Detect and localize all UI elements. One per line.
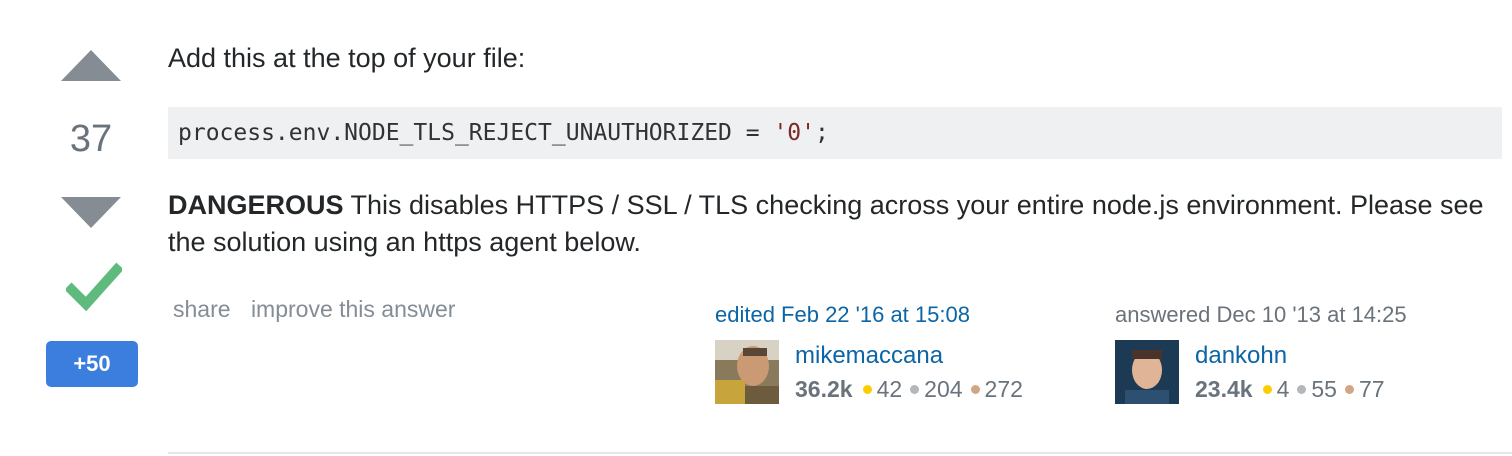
share-link[interactable]: share (173, 296, 231, 322)
answered-timestamp: answered Dec 10 '13 at 14:25 (1115, 302, 1407, 327)
author-user-card: dankohn 23.4k 4 55 77 (1115, 340, 1475, 404)
author-avatar[interactable] (1115, 340, 1179, 404)
author-gold-count: 4 (1276, 376, 1290, 402)
author-username-link[interactable]: dankohn (1195, 342, 1287, 370)
editor-signature: edited Feb 22 '16 at 15:08 mikemaccana 3… (715, 302, 1023, 404)
editor-bronze-count: 272 (984, 376, 1023, 402)
editor-stats: 36.2k 42 204 272 (795, 376, 1027, 403)
author-signature: answered Dec 10 '13 at 14:25 dankohn 23.… (1115, 302, 1407, 404)
upvote-arrow-icon[interactable] (61, 50, 121, 81)
code-text: process.env.NODE_TLS_REJECT_UNAUTHORIZED… (178, 120, 774, 146)
warning-bold: DANGEROUS (168, 190, 344, 220)
warning-text: This disables HTTPS / SSL / TLS checking… (168, 190, 1484, 257)
author-stats: 23.4k 4 55 77 (1195, 376, 1389, 403)
code-block: process.env.NODE_TLS_REJECT_UNAUTHORIZED… (168, 107, 1502, 159)
downvote-arrow-icon[interactable] (61, 197, 121, 228)
bronze-badge-icon (970, 385, 980, 395)
editor-reputation: 36.2k (795, 376, 853, 402)
code-string-literal: '0' (773, 120, 815, 146)
author-reputation: 23.4k (1195, 376, 1253, 402)
post-actions: share improve this answer (173, 296, 469, 323)
editor-avatar[interactable] (715, 340, 779, 404)
code-semicolon: ; (814, 120, 829, 146)
editor-username-link[interactable]: mikemaccana (795, 342, 943, 370)
bounty-badge: +50 (46, 341, 138, 387)
answer-divider (168, 452, 1512, 454)
checkmark-icon (66, 262, 122, 312)
bronze-badge-icon (1344, 385, 1354, 395)
silver-badge-icon (1297, 385, 1307, 395)
edited-timestamp-link[interactable]: edited Feb 22 '16 at 15:08 (715, 302, 970, 328)
editor-gold-count: 42 (876, 376, 903, 402)
warning-paragraph: DANGEROUS This disables HTTPS / SSL / TL… (168, 187, 1498, 261)
editor-silver-count: 204 (924, 376, 963, 402)
author-silver-count: 55 (1311, 376, 1337, 402)
gold-badge-icon (1262, 385, 1272, 395)
author-bronze-count: 77 (1358, 376, 1385, 402)
vote-count: 37 (69, 118, 113, 160)
editor-user-card: mikemaccana 36.2k 42 204 272 (715, 340, 1075, 404)
improve-answer-link[interactable]: improve this answer (251, 296, 456, 322)
silver-badge-icon (910, 385, 920, 395)
answer-intro-text: Add this at the top of your file: (168, 43, 526, 73)
gold-badge-icon (862, 385, 872, 395)
